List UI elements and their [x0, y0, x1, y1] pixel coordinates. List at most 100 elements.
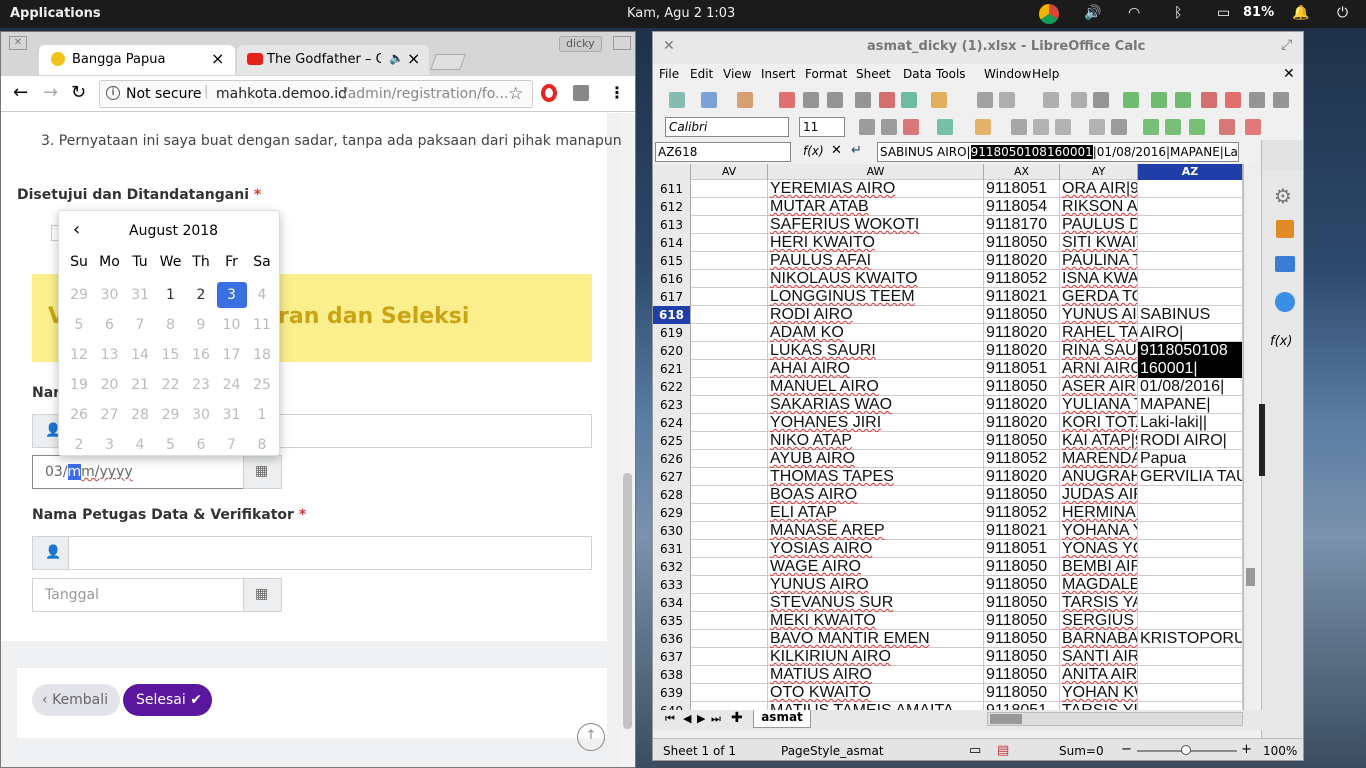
volume-icon[interactable]: 🔊: [1084, 5, 1101, 21]
cell-ay[interactable]: TARSIS YIRMAPU|91180: [1060, 702, 1138, 710]
row-number[interactable]: 613: [653, 216, 691, 234]
column-header[interactable]: AX: [984, 164, 1060, 180]
cell-ay[interactable]: BEMBI AIRO|91180555: [1060, 558, 1138, 576]
toolbar-icon[interactable]: [1151, 92, 1167, 108]
cell-az[interactable]: 160001|: [1138, 360, 1243, 378]
row-number[interactable]: 614: [653, 234, 691, 252]
cell-az[interactable]: [1138, 198, 1243, 216]
cell-az[interactable]: [1138, 558, 1243, 576]
cell-az[interactable]: [1138, 648, 1243, 666]
cell-az[interactable]: RODI AIRO|: [1138, 432, 1243, 450]
menu-insert[interactable]: Insert: [761, 67, 795, 81]
font-name-box[interactable]: Calibri: [665, 117, 789, 137]
row-number[interactable]: 618: [653, 306, 691, 324]
next-sheet-icon[interactable]: ▶: [697, 712, 705, 725]
bookmark-star-icon[interactable]: ☆: [508, 84, 523, 104]
sheet-row[interactable]: 618 RODI AIRO 9118050 YUNUS AI SABINUS: [653, 306, 1243, 324]
toolbar-icon[interactable]: [901, 92, 917, 108]
menu-window[interactable]: Window: [984, 67, 1031, 81]
row-number[interactable]: 611: [653, 180, 691, 198]
cell-ay[interactable]: TARSIS YARMAPU AMAIT: [1060, 594, 1138, 612]
format-icon[interactable]: [1089, 119, 1105, 135]
cell-aw[interactable]: YEREMIAS AIRO: [768, 180, 984, 198]
cell-aw[interactable]: BAVO MANTIR EMEN: [768, 630, 984, 648]
cell-aw[interactable]: MEKI KWAITO: [768, 612, 984, 630]
sheet-row[interactable]: 626 AYUB AIRO 9118052 MARENDA Papua: [653, 450, 1243, 468]
cell-av[interactable]: [691, 450, 768, 468]
doc-modified-icon[interactable]: ▤: [997, 743, 1009, 758]
signature-date-input[interactable]: 03/mm/yyyy: [32, 455, 244, 489]
cell-ay[interactable]: ORA AIR|91180501071: [1060, 180, 1138, 198]
toolbar-icon[interactable]: [701, 92, 717, 108]
format-icon[interactable]: [1245, 119, 1261, 135]
toolbar-icon[interactable]: [737, 92, 753, 108]
cell-aw[interactable]: MATIUS TAMEIS AMAITA: [768, 702, 984, 710]
sheet-row[interactable]: 629 ELI ATAP9118052HERMINA ATAP|911805: [653, 504, 1243, 522]
cell-ax[interactable]: 9118021: [984, 522, 1060, 540]
format-icon[interactable]: [1055, 119, 1071, 135]
cell-ax[interactable]: 9118051: [984, 540, 1060, 558]
format-icon[interactable]: [1033, 119, 1049, 135]
row-number[interactable]: 619: [653, 324, 691, 342]
sheet-row[interactable]: 620 LUKAS SAURI 9118020 RINA SAU 9118050108: [653, 342, 1243, 360]
tab-bangga-papua[interactable]: Bangga Papua ×: [39, 45, 235, 75]
wifi-icon[interactable]: ◠: [1128, 5, 1140, 21]
cell-az[interactable]: [1138, 612, 1243, 630]
info-icon[interactable]: i: [106, 86, 120, 100]
cell-av[interactable]: [691, 306, 768, 324]
sheet-row[interactable]: 637 KILKIRIUN AIRO9118050SANTI AIRO|91180…: [653, 648, 1243, 666]
cell-az[interactable]: Laki-laki||: [1138, 414, 1243, 432]
name-box[interactable]: AZ618: [655, 142, 791, 162]
row-number[interactable]: 616: [653, 270, 691, 288]
audio-icon[interactable]: 🔈: [389, 51, 404, 65]
cell-ax[interactable]: 9118020: [984, 252, 1060, 270]
calendar-button[interactable]: ▦: [243, 455, 282, 489]
cell-az[interactable]: [1138, 702, 1243, 710]
cell-ax[interactable]: 9118170: [984, 216, 1060, 234]
cell-av[interactable]: [691, 666, 768, 684]
finish-button[interactable]: Selesai ✔: [123, 684, 212, 716]
font-size-box[interactable]: 11: [799, 117, 845, 137]
cell-av[interactable]: [691, 702, 768, 710]
toolbar-icon[interactable]: [779, 92, 795, 108]
extension-icon[interactable]: [573, 85, 589, 101]
row-number[interactable]: 615: [653, 252, 691, 270]
cell-az[interactable]: [1138, 684, 1243, 702]
cell-ay[interactable]: ISNA KWAITO|911805630: [1060, 270, 1138, 288]
power-icon[interactable]: ⏻: [1337, 5, 1348, 21]
row-number[interactable]: 639: [653, 684, 691, 702]
toolbar-icon[interactable]: [669, 92, 685, 108]
sheet-row[interactable]: 628 BOAS AIRO9118050JUDAS AIRO|91180501: [653, 486, 1243, 504]
cell-az[interactable]: 9118050108: [1138, 342, 1243, 360]
cell-aw[interactable]: MUTAR ATAB: [768, 198, 984, 216]
toolbar-icon[interactable]: [1201, 92, 1217, 108]
toolbar-icon[interactable]: [931, 92, 947, 108]
format-icon[interactable]: [1011, 119, 1027, 135]
cell-av[interactable]: [691, 342, 768, 360]
sheet-row[interactable]: 631 YOSIAS AIRO9118051YONAS YON AIRO|9118: [653, 540, 1243, 558]
cell-ay[interactable]: RAHEL TAT: [1060, 324, 1138, 342]
row-number[interactable]: 622: [653, 378, 691, 396]
cell-av[interactable]: [691, 594, 768, 612]
cell-az[interactable]: AIRO|: [1138, 324, 1243, 342]
cell-ax[interactable]: 9118050: [984, 612, 1060, 630]
cell-av[interactable]: [691, 378, 768, 396]
cell-av[interactable]: [691, 504, 768, 522]
calc-maximize-icon[interactable]: ⤢: [1281, 37, 1292, 53]
sheet-row[interactable]: 617 LONGGINUS TEEM9118021GERDA TOUTEM|911…: [653, 288, 1243, 306]
row-number[interactable]: 630: [653, 522, 691, 540]
toolbar-icon[interactable]: [1093, 92, 1109, 108]
format-icon[interactable]: [1189, 119, 1205, 135]
cell-ay[interactable]: ARNI AIRO: [1060, 360, 1138, 378]
row-number[interactable]: 634: [653, 594, 691, 612]
officer-name-input[interactable]: [68, 536, 592, 570]
cell-ay[interactable]: SANTI AIRO|911805660: [1060, 648, 1138, 666]
chrome-icon[interactable]: [1039, 4, 1059, 24]
format-icon[interactable]: [1143, 119, 1159, 135]
cell-aw[interactable]: MATIUS AIRO: [768, 666, 984, 684]
format-icon[interactable]: [903, 119, 919, 135]
toolbar-icon[interactable]: [1225, 92, 1241, 108]
add-sheet-icon[interactable]: ✚: [731, 710, 743, 726]
cell-aw[interactable]: NIKOLAUS KWAITO: [768, 270, 984, 288]
cell-aw[interactable]: SAKARIAS WAO: [768, 396, 984, 414]
